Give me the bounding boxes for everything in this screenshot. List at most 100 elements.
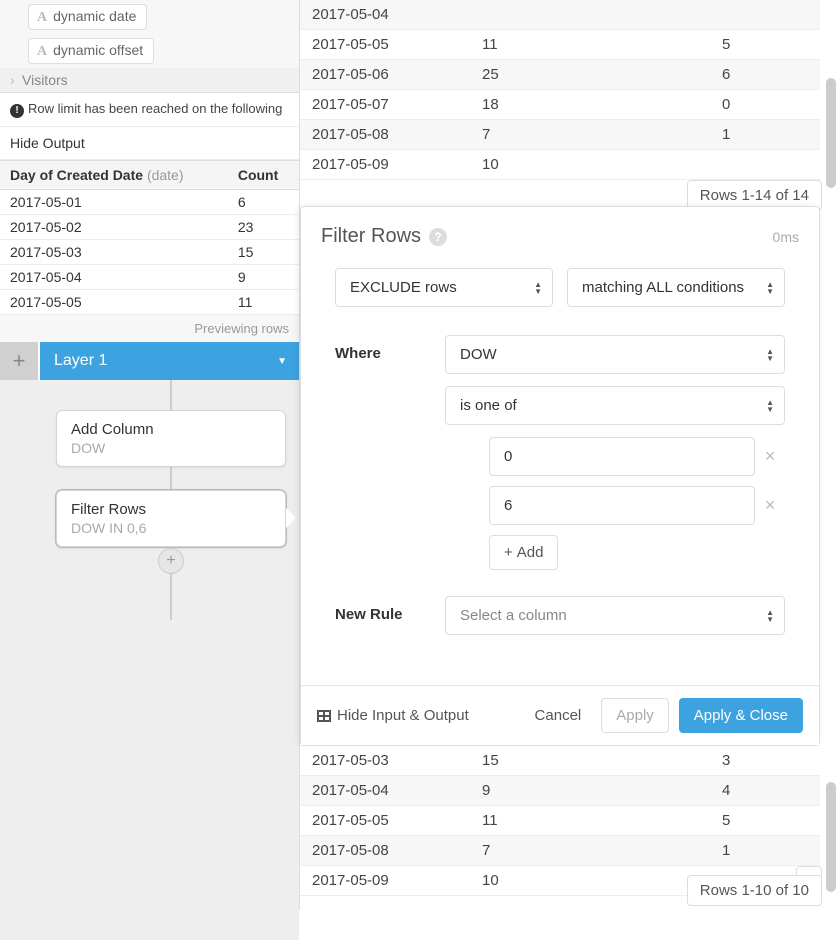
- panel-header: Filter Rows ? 0ms: [301, 207, 819, 258]
- node-add-column[interactable]: Add Column DOW: [56, 410, 286, 467]
- table-row[interactable]: 2017-05-0871: [300, 836, 820, 866]
- node-filter-rows[interactable]: Filter Rows DOW IN 0,6: [56, 490, 286, 547]
- cell-extra: 5: [710, 806, 820, 836]
- alert-icon: !: [10, 104, 24, 118]
- cell-extra: 0: [710, 90, 820, 120]
- select-value: is one of: [460, 397, 517, 414]
- cancel-button[interactable]: Cancel: [525, 699, 592, 732]
- pill-row: Adynamic date: [0, 0, 299, 34]
- chevron-down-icon: ▼: [277, 356, 287, 367]
- new-rule-label: New Rule: [335, 596, 445, 623]
- panel-footer: Hide Input & Output Cancel Apply Apply &…: [301, 685, 819, 745]
- add-layer-button[interactable]: +: [0, 342, 40, 380]
- group-label: Visitors: [22, 72, 68, 88]
- match-select[interactable]: matching ALL conditions: [567, 268, 785, 307]
- node-subtitle: DOW: [71, 440, 271, 456]
- select-value: EXCLUDE rows: [350, 279, 457, 296]
- hide-io-label: Hide Input & Output: [337, 707, 469, 724]
- value-input[interactable]: 6: [489, 486, 755, 525]
- cell-extra: 1: [710, 836, 820, 866]
- cell-extra: 1: [710, 120, 820, 150]
- layer-tab[interactable]: Layer 1 ▼: [40, 342, 299, 380]
- scrollbar[interactable]: [826, 78, 836, 188]
- hide-io-toggle[interactable]: Hide Input & Output: [317, 707, 469, 724]
- table-row[interactable]: 2017-05-0910: [300, 150, 820, 180]
- cell-count: 15: [470, 746, 710, 776]
- help-icon[interactable]: ?: [429, 228, 447, 246]
- cell-count: [470, 0, 710, 30]
- cell-count: 11: [228, 290, 299, 315]
- cell-date: 2017-05-05: [300, 806, 470, 836]
- value-row: 6 ×: [445, 486, 785, 525]
- table-row[interactable]: 2017-05-07180: [300, 90, 820, 120]
- cell-date: 2017-05-04: [0, 265, 228, 290]
- table-row[interactable]: 2017-05-0494: [300, 776, 820, 806]
- cell-date: 2017-05-08: [300, 836, 470, 866]
- cell-date: 2017-05-05: [0, 290, 228, 315]
- remove-value-button[interactable]: ×: [755, 495, 785, 516]
- cell-count: 7: [470, 836, 710, 866]
- add-node-button[interactable]: +: [158, 548, 184, 574]
- visitors-group[interactable]: ›Visitors: [0, 68, 299, 93]
- cell-count: 9: [228, 265, 299, 290]
- apply-button[interactable]: Apply: [601, 698, 669, 733]
- pill-dynamic-offset[interactable]: Adynamic offset: [28, 38, 154, 64]
- table-row[interactable]: 2017-05-03153: [300, 746, 820, 776]
- remove-value-button[interactable]: ×: [755, 446, 785, 467]
- table-row[interactable]: 2017-05-05115: [300, 806, 820, 836]
- cell-date: 2017-05-07: [300, 90, 470, 120]
- input-table: 2017-05-042017-05-051152017-05-062562017…: [300, 0, 820, 180]
- cell-count: 9: [470, 776, 710, 806]
- value-input[interactable]: 0: [489, 437, 755, 476]
- output-table: 2017-05-031532017-05-04942017-05-0511520…: [300, 746, 820, 896]
- mode-select[interactable]: EXCLUDE rows: [335, 268, 553, 307]
- where-label: Where: [335, 335, 445, 362]
- add-value-button[interactable]: +Add: [489, 535, 558, 570]
- table-row[interactable]: 2017-05-016: [0, 190, 299, 215]
- table-row[interactable]: 2017-05-0511: [0, 290, 299, 315]
- layer-label: Layer 1: [54, 352, 107, 370]
- pill-label: dynamic offset: [53, 42, 143, 58]
- output-table-area: 2017-05-031532017-05-04942017-05-0511520…: [300, 746, 840, 896]
- select-value: DOW: [460, 346, 497, 363]
- pill-label: dynamic date: [53, 8, 136, 24]
- hide-output-toggle[interactable]: Hide Output: [0, 127, 299, 160]
- new-rule-select[interactable]: Select a column: [445, 596, 785, 635]
- table-row[interactable]: 2017-05-05115: [300, 30, 820, 60]
- table-row[interactable]: 2017-05-0315: [0, 240, 299, 265]
- preview-table: Day of Created Date (date) Count 2017-05…: [0, 160, 299, 315]
- column-select[interactable]: DOW: [445, 335, 785, 374]
- cell-count: 25: [470, 60, 710, 90]
- pill-dynamic-date[interactable]: Adynamic date: [28, 4, 147, 30]
- pipeline-canvas: Add Column DOW Filter Rows DOW IN 0,6 +: [0, 380, 299, 940]
- table-row[interactable]: 2017-05-049: [0, 265, 299, 290]
- cell-date: 2017-05-08: [300, 120, 470, 150]
- select-arrows-icon: [766, 399, 774, 413]
- plus-icon: +: [504, 544, 513, 561]
- cell-count: 15: [228, 240, 299, 265]
- node-title: Filter Rows: [71, 501, 271, 518]
- table-row[interactable]: 2017-05-0223: [0, 215, 299, 240]
- cell-extra: 5: [710, 30, 820, 60]
- cell-date: 2017-05-02: [0, 215, 228, 240]
- cell-extra: 4: [710, 776, 820, 806]
- table-row[interactable]: 2017-05-04: [300, 0, 820, 30]
- cell-date: 2017-05-03: [300, 746, 470, 776]
- text-type-icon: A: [37, 44, 47, 59]
- select-arrows-icon: [534, 281, 542, 295]
- cell-count: 18: [470, 90, 710, 120]
- col-header-date[interactable]: Day of Created Date (date): [0, 161, 228, 190]
- cell-count: 23: [228, 215, 299, 240]
- input-table-area: 2017-05-042017-05-051152017-05-062562017…: [300, 0, 840, 180]
- layer-bar: + Layer 1 ▼: [0, 342, 299, 380]
- value-row: 0 ×: [445, 437, 785, 476]
- table-row[interactable]: 2017-05-06256: [300, 60, 820, 90]
- cell-extra: [710, 0, 820, 30]
- cell-count: 6: [228, 190, 299, 215]
- hide-output-label: Hide Output: [10, 135, 85, 151]
- col-header-count[interactable]: Count: [228, 161, 299, 190]
- scrollbar[interactable]: [826, 782, 836, 892]
- table-row[interactable]: 2017-05-0871: [300, 120, 820, 150]
- operator-select[interactable]: is one of: [445, 386, 785, 425]
- apply-close-button[interactable]: Apply & Close: [679, 698, 803, 733]
